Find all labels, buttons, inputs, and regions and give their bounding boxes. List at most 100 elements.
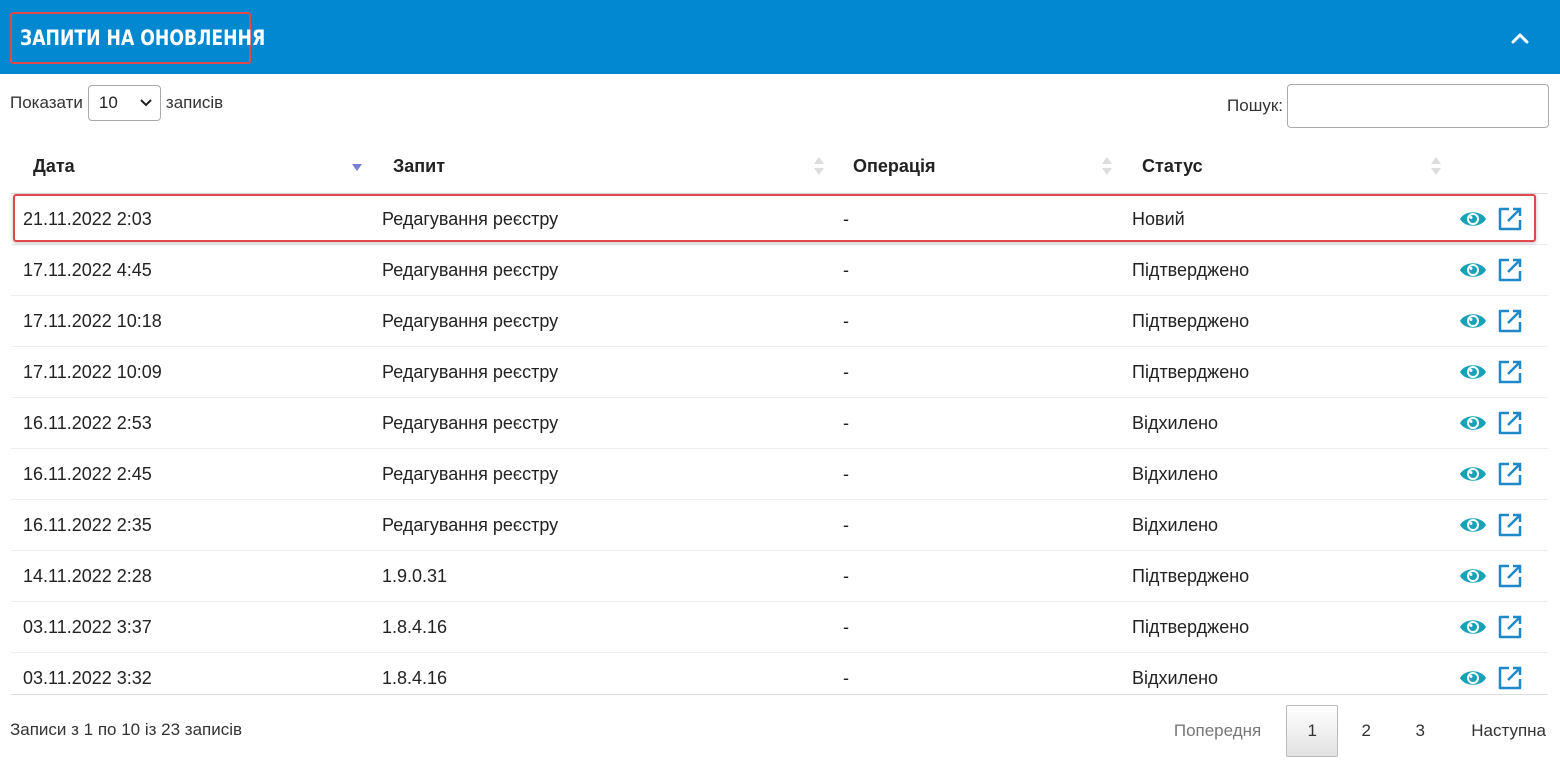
- cell-request: Редагування реєстру: [382, 208, 559, 229]
- table-row: 03.11.2022 3:32 1.8.4.16 - Відхилено: [11, 652, 1548, 703]
- page-size-value: 10: [98, 93, 118, 112]
- update-requests-panel: ЗАПИТИ НА ОНОВЛЕННЯ Показати 10 записів …: [0, 0, 1560, 764]
- open-button[interactable]: [1496, 613, 1524, 641]
- table-row: 21.11.2022 2:03 Редагування реєстру - Новий: [11, 194, 1548, 244]
- table-row: 16.11.2022 2:35 Редагування реєстру - Відхи…: [11, 499, 1548, 550]
- external-link-icon: [1498, 615, 1522, 639]
- table-row: 17.11.2022 4:45 Редагування реєстру - Підтв…: [11, 244, 1548, 295]
- previous-page-button[interactable]: Попередня: [1174, 705, 1285, 757]
- page-button-3[interactable]: 3: [1394, 705, 1446, 757]
- external-link-icon: [1498, 258, 1522, 282]
- open-button[interactable]: [1496, 205, 1524, 233]
- cell-date: 16.11.2022 2:45: [23, 463, 152, 484]
- cell-status: Відхилено: [1132, 667, 1219, 688]
- table-header: Дата Запит Операція Статус: [11, 140, 1548, 194]
- eye-icon: [1460, 212, 1486, 226]
- table-row: 03.11.2022 3:37 1.8.4.16 - Підтверджено: [11, 601, 1548, 652]
- open-button[interactable]: [1496, 562, 1524, 590]
- open-button[interactable]: [1496, 256, 1524, 284]
- eye-icon: [1460, 467, 1486, 481]
- view-button[interactable]: [1459, 205, 1487, 233]
- view-button[interactable]: [1459, 358, 1487, 386]
- external-link-icon: [1498, 513, 1522, 537]
- column-header-operation[interactable]: Операція: [853, 140, 935, 193]
- view-button[interactable]: [1459, 256, 1487, 284]
- eye-icon: [1460, 314, 1486, 328]
- page-button-2[interactable]: 2: [1340, 705, 1392, 757]
- table-bottom-divider: [11, 694, 1548, 695]
- cell-operation: -: [843, 565, 849, 586]
- external-link-icon: [1498, 462, 1522, 486]
- external-link-icon: [1498, 666, 1522, 690]
- show-label: Показати: [10, 93, 83, 112]
- cell-status: Підтверджено: [1132, 310, 1250, 331]
- cell-request: 1.8.4.16: [382, 616, 448, 637]
- table-info: Записи з 1 по 10 із 23 записів: [10, 720, 243, 739]
- view-button[interactable]: [1459, 460, 1487, 488]
- sort-both-icon: [1102, 157, 1112, 175]
- cell-operation: -: [843, 463, 849, 484]
- pagination: Попередня 1 2 3 Наступна: [1174, 705, 1546, 757]
- cell-date: 17.11.2022 4:45: [23, 259, 152, 280]
- table-row: 16.11.2022 2:53 Редагування реєстру - Відхи…: [11, 397, 1548, 448]
- table-row: 14.11.2022 2:28 1.9.0.31 - Підтверджено: [11, 550, 1548, 601]
- column-header-request[interactable]: Запит: [393, 140, 445, 193]
- row-actions: [1459, 460, 1524, 488]
- sort-both-icon: [814, 157, 824, 175]
- open-button[interactable]: [1496, 511, 1524, 539]
- view-button[interactable]: [1459, 664, 1487, 692]
- column-header-label: Дата: [33, 156, 75, 176]
- table-row: 16.11.2022 2:45 Редагування реєстру - Відхи…: [11, 448, 1548, 499]
- cell-status: Підтверджено: [1132, 259, 1250, 280]
- row-actions: [1459, 256, 1524, 284]
- cell-request: Редагування реєстру: [382, 412, 559, 433]
- view-button[interactable]: [1459, 511, 1487, 539]
- cell-request: 1.9.0.31: [382, 565, 448, 586]
- cell-operation: -: [843, 361, 849, 382]
- cell-request: Редагування реєстру: [382, 310, 559, 331]
- column-header-status[interactable]: Статус: [1142, 140, 1203, 193]
- table-body: 21.11.2022 2:03 Редагування реєстру - Новий…: [11, 194, 1548, 703]
- open-button[interactable]: [1496, 409, 1524, 437]
- view-button[interactable]: [1459, 409, 1487, 437]
- chevron-down-icon: [140, 99, 152, 107]
- open-button[interactable]: [1496, 307, 1524, 335]
- collapse-button[interactable]: [1504, 22, 1536, 54]
- eye-icon: [1460, 365, 1486, 379]
- cell-date: 21.11.2022 2:03: [23, 208, 152, 229]
- page-button-1[interactable]: 1: [1286, 705, 1339, 757]
- cell-request: Редагування реєстру: [382, 361, 559, 382]
- entries-label: записів: [165, 93, 224, 112]
- open-button[interactable]: [1496, 358, 1524, 386]
- view-button[interactable]: [1459, 613, 1487, 641]
- eye-icon: [1460, 518, 1486, 532]
- cell-status: Відхилено: [1132, 463, 1219, 484]
- row-actions: [1459, 511, 1524, 539]
- cell-operation: -: [843, 616, 849, 637]
- next-page-button[interactable]: Наступна: [1447, 705, 1546, 757]
- table-row: 17.11.2022 10:09 Редагування реєстру - Підт…: [11, 346, 1548, 397]
- sort-both-icon: [1431, 157, 1441, 175]
- view-button[interactable]: [1459, 562, 1487, 590]
- row-actions: [1459, 664, 1524, 692]
- table-row: 17.11.2022 10:18 Редагування реєстру - Підт…: [11, 295, 1548, 346]
- sort-desc-icon: [352, 164, 362, 171]
- cell-operation: -: [843, 310, 849, 331]
- external-link-icon: [1498, 360, 1522, 384]
- view-button[interactable]: [1459, 307, 1487, 335]
- eye-icon: [1460, 620, 1486, 634]
- column-header-label: Запит: [393, 156, 446, 176]
- external-link-icon: [1498, 207, 1522, 231]
- cell-request: 1.8.4.16: [382, 667, 448, 688]
- row-actions: [1459, 562, 1524, 590]
- external-link-icon: [1498, 564, 1522, 588]
- page-size-select[interactable]: 10: [87, 85, 161, 121]
- open-button[interactable]: [1496, 664, 1524, 692]
- title-highlight-box: ЗАПИТИ НА ОНОВЛЕННЯ: [10, 12, 265, 64]
- column-header-date[interactable]: Дата: [33, 140, 75, 193]
- open-button[interactable]: [1496, 460, 1524, 488]
- search-input[interactable]: [1287, 84, 1549, 128]
- cell-date: 16.11.2022 2:35: [23, 514, 152, 535]
- cell-status: Підтверджено: [1132, 361, 1250, 382]
- cell-status: Підтверджено: [1132, 565, 1250, 586]
